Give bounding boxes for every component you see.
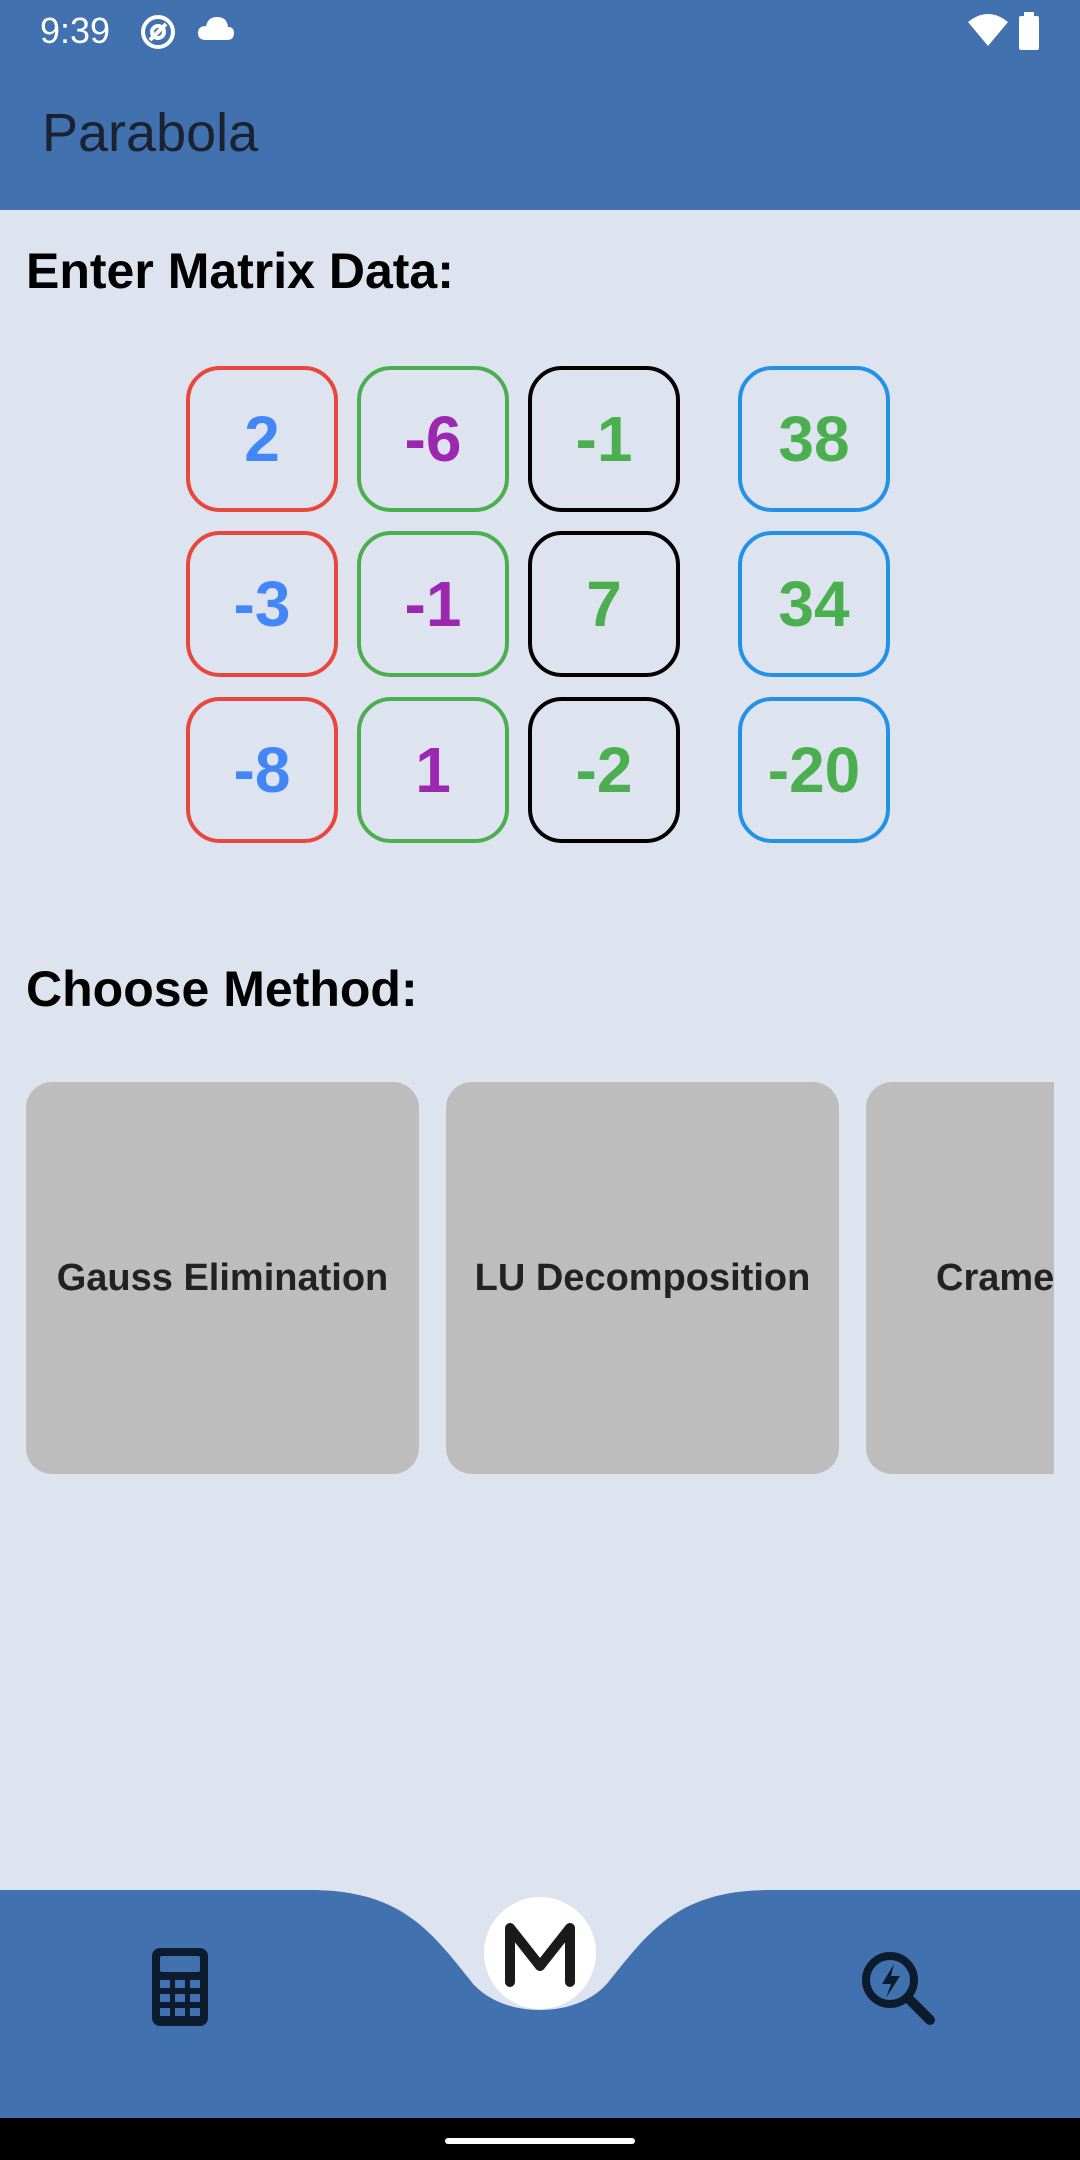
cloud-icon [198, 17, 234, 40]
matrix-cell-r1-c1[interactable]: 2 [186, 366, 338, 512]
battery-icon [1019, 12, 1039, 50]
matrix-cell-r2-c3[interactable]: 7 [528, 531, 680, 677]
matrix-cell-r3-c3[interactable]: -2 [528, 697, 680, 843]
app-bar: Parabola [0, 62, 1080, 210]
matrix-heading: Enter Matrix Data: [26, 243, 454, 299]
m-logo-icon [505, 1923, 575, 1987]
matrix-cell-r3-c2[interactable]: 1 [357, 697, 509, 843]
matrix-cell-r2-c1[interactable]: -3 [186, 531, 338, 677]
rhs-cell-r1[interactable]: 38 [738, 366, 890, 512]
method-card-gauss[interactable]: Gauss Elimination [26, 1082, 419, 1474]
method-carousel[interactable]: Gauss Elimination LU Decomposition Crame [26, 1082, 1054, 1474]
home-gesture-pill[interactable] [445, 2138, 635, 2144]
search-bolt-icon[interactable] [860, 1950, 936, 2026]
at-sign-icon [141, 15, 175, 49]
matrix-cell-r1-c2[interactable]: -6 [357, 366, 509, 512]
status-bar: 9:39 [0, 0, 1080, 62]
calculator-icon[interactable] [150, 1946, 210, 2028]
center-m-button[interactable] [484, 1897, 596, 2009]
rhs-cell-r2[interactable]: 34 [738, 531, 890, 677]
matrix-cell-r3-c1[interactable]: -8 [186, 697, 338, 843]
app-title: Parabola [42, 103, 259, 163]
rhs-cell-r3[interactable]: -20 [738, 697, 890, 843]
matrix-cell-r2-c2[interactable]: -1 [357, 531, 509, 677]
method-card-lu[interactable]: LU Decomposition [446, 1082, 839, 1474]
method-card-cramer[interactable]: Crame [866, 1082, 1054, 1474]
method-heading: Choose Method: [26, 961, 418, 1017]
status-time: 9:39 [40, 10, 111, 51]
matrix-cell-r1-c3[interactable]: -1 [528, 366, 680, 512]
wifi-icon [968, 14, 1008, 46]
